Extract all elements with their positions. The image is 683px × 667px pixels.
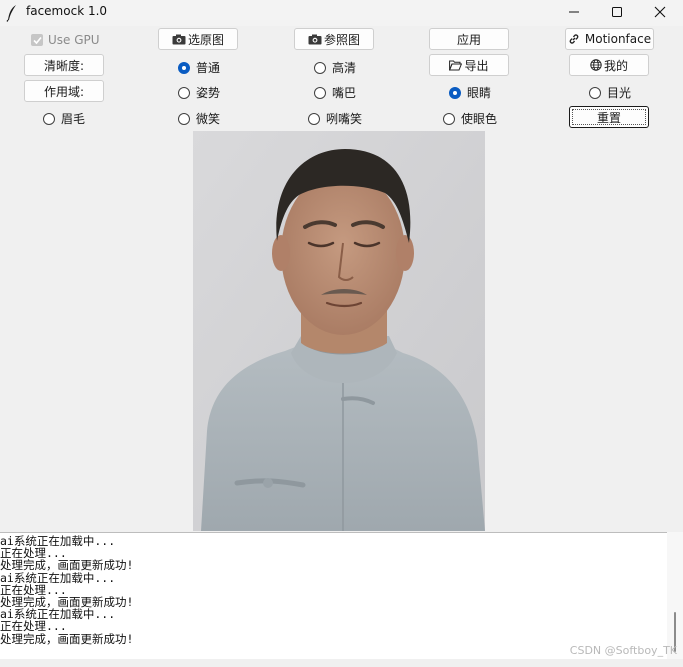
radio-label: 高清 [332, 61, 357, 75]
log-line: ai系统正在加载中... [0, 570, 116, 585]
radio-label: 使眼色 [461, 112, 498, 126]
scope-label: 作用域: [43, 84, 85, 99]
portrait-image [193, 131, 485, 531]
reference-image-button[interactable]: 参照图 [294, 28, 374, 50]
portrait-illustration [193, 131, 485, 531]
checkbox-check-icon [31, 34, 43, 46]
radio-label: 微笑 [196, 112, 221, 126]
radio-scope-eyebrows[interactable]: 眉毛 [43, 110, 85, 127]
radio-scope-mouth[interactable]: 嘴巴 [314, 84, 356, 101]
mine-label: 我的 [603, 58, 628, 73]
radio-icon [43, 112, 55, 125]
radio-label: 咧嘴笑 [326, 112, 363, 126]
radio-scope-gaze[interactable]: 目光 [589, 84, 631, 101]
radio-label: 姿势 [196, 86, 221, 100]
link-icon [568, 33, 580, 45]
motionface-button[interactable]: Motionface [565, 28, 654, 50]
radio-clarity-normal[interactable]: 普通 [178, 59, 220, 76]
radio-icon [589, 86, 601, 99]
close-icon [654, 6, 666, 18]
clarity-button[interactable]: 清晰度: [24, 54, 104, 76]
radio-label: 眼睛 [467, 86, 492, 100]
radio-scope-pose[interactable]: 姿势 [178, 84, 220, 101]
select-original-label: 选原图 [187, 32, 224, 47]
radio-selected-icon [178, 61, 190, 74]
log-line: ai系统正在加载中... [0, 534, 116, 548]
scope-button[interactable]: 作用域: [24, 80, 104, 102]
radio-selected-icon [449, 86, 461, 99]
log-line: 处理完成，画面更新成功! [0, 631, 134, 646]
bottom-strip [0, 659, 683, 667]
radio-scope-grin[interactable]: 咧嘴笑 [308, 110, 362, 127]
folder-icon [449, 60, 463, 71]
reset-label: 重置 [596, 110, 621, 125]
radio-icon [443, 112, 455, 125]
log-scrollbar[interactable] [667, 532, 683, 659]
log-line: 正在处理... [0, 619, 67, 634]
radio-label: 嘴巴 [332, 86, 357, 100]
apply-label: 应用 [456, 32, 481, 47]
use-gpu-checkbox[interactable]: Use GPU [31, 33, 100, 47]
maximize-icon [612, 7, 622, 17]
radio-icon [314, 61, 326, 74]
log-line: ai系统正在加载中... [0, 607, 116, 622]
radio-label: 普通 [196, 61, 221, 75]
log-output[interactable]: ai系统正在加载中... 正在处理... 处理完成，画面更新成功! ai系统正在… [0, 532, 667, 659]
mine-button[interactable]: 我的 [569, 54, 649, 76]
motionface-label: Motionface [584, 32, 652, 46]
watermark-text: CSDN @Softboy_TK [569, 644, 677, 657]
radio-scope-smile[interactable]: 微笑 [178, 110, 220, 127]
select-original-button[interactable]: 选原图 [158, 28, 238, 50]
camera-icon [172, 34, 186, 45]
feather-icon [6, 4, 18, 22]
globe-icon [590, 59, 602, 71]
radio-icon [178, 112, 190, 125]
reference-image-label: 参照图 [323, 32, 360, 47]
radio-clarity-hd[interactable]: 高清 [314, 59, 356, 76]
radio-scope-eyes[interactable]: 眼睛 [449, 84, 491, 101]
log-line: 处理完成，画面更新成功! [0, 558, 134, 573]
minimize-button[interactable] [552, 0, 596, 24]
minimize-icon [569, 11, 579, 13]
clarity-label: 清晰度: [43, 58, 85, 73]
export-label: 导出 [464, 58, 489, 73]
reset-button[interactable]: 重置 [569, 106, 649, 128]
use-gpu-label: Use GPU [48, 33, 100, 47]
window-title: facemock 1.0 [26, 4, 108, 18]
camera-icon [308, 34, 322, 45]
apply-button[interactable]: 应用 [429, 28, 509, 50]
radio-scope-wink[interactable]: 使眼色 [443, 110, 497, 127]
export-button[interactable]: 导出 [429, 54, 509, 76]
radio-label: 目光 [607, 86, 632, 100]
radio-icon [178, 86, 190, 99]
maximize-button[interactable] [595, 0, 639, 24]
radio-icon [308, 112, 320, 125]
close-button[interactable] [638, 0, 682, 24]
title-bar: facemock 1.0 [0, 0, 683, 26]
radio-icon [314, 86, 326, 99]
app-window: facemock 1.0 Use GPU 选原图 参照图 应用 Motionfa… [0, 0, 683, 667]
radio-label: 眉毛 [61, 112, 86, 126]
